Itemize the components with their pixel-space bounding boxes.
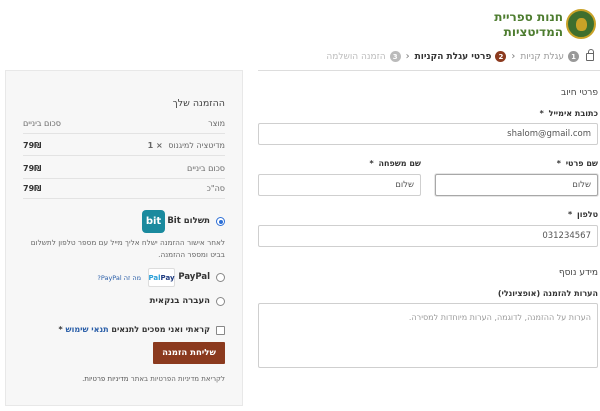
lock-icon xyxy=(586,48,594,61)
payment-label-bit[interactable]: תשלום Bit xyxy=(167,216,210,226)
extra-info-title: מידע נוסף xyxy=(558,268,598,278)
email-label: כתובת אימייל * xyxy=(540,109,598,118)
phone-field[interactable]: 031234567 xyxy=(258,225,598,247)
subtotal-amount: 79₪ xyxy=(23,163,42,173)
order-notes-textarea[interactable]: הערות על ההזמנה, לדוגמה, הערות מיוחדות ל… xyxy=(258,303,598,368)
total-label: סה"כ xyxy=(206,183,225,193)
privacy-link[interactable]: מדיניות פרטיות. xyxy=(82,375,128,383)
payment-label-paypal[interactable]: PayPal xyxy=(178,272,210,282)
step-label: הזמנה הושלמה xyxy=(326,51,386,62)
place-order-button[interactable]: שליחת הזמנה xyxy=(153,342,225,364)
required-mark: * xyxy=(369,159,374,168)
logo-text: חנות ספריית המדיטציות xyxy=(494,10,563,40)
email-label-text: כתובת אימייל xyxy=(548,109,598,118)
total-amount: 79₪ xyxy=(23,183,42,193)
required-mark: * xyxy=(556,159,561,168)
privacy-note: לקריאת מדיניות הפרטיות באתר מדיניות פרטי… xyxy=(82,375,225,383)
logo-line-2: המדיטציות xyxy=(503,25,563,39)
phone-label-text: טלפון xyxy=(576,210,598,219)
email-value: shalom@gmail.com xyxy=(507,129,591,139)
logo-line-1: חנות ספריית xyxy=(494,10,563,24)
last-name-value: שלום xyxy=(395,180,414,190)
billing-title: פרטי חיוב xyxy=(561,88,598,98)
logo-emblem-icon xyxy=(566,9,596,39)
bit-description: לאחר אישור ההזמנה ישלח אליך מייל עם מספר… xyxy=(30,238,225,259)
subtotal-label: סכום ביניים xyxy=(187,163,225,173)
order-table-header: מוצר סכום ביניים xyxy=(23,113,225,134)
chevron-left-icon: › xyxy=(511,51,516,62)
order-summary: ההזמנה שלך מוצר סכום ביניים מדיטציה למיג… xyxy=(5,70,243,406)
item-amount: 79₪ xyxy=(23,140,42,150)
step-cart[interactable]: 1 עגלת קניות xyxy=(520,51,579,62)
terms-label: קראתי ואני מסכים לתנאים תנאי שימוש * xyxy=(59,325,210,334)
phone-value: 031234567 xyxy=(542,231,591,241)
col-subtotal: סכום ביניים xyxy=(23,118,61,128)
first-name-value: שלום xyxy=(572,180,591,190)
payment-radio-paypal[interactable] xyxy=(216,273,225,282)
terms-checkbox[interactable] xyxy=(216,326,225,335)
bit-logo-icon: bit xyxy=(142,210,165,233)
subtotal-row: סכום ביניים 79₪ xyxy=(23,158,225,179)
chevron-left-icon: › xyxy=(405,51,410,62)
payment-methods: תשלום Bit bit לאחר אישור ההזמנה ישלח אלי… xyxy=(23,208,225,398)
total-row: סה"כ 79₪ xyxy=(23,178,225,199)
phone-label: טלפון * xyxy=(568,210,598,219)
email-field[interactable]: shalom@gmail.com xyxy=(258,123,598,145)
paypal-logo-a: Pay xyxy=(160,273,175,282)
paypal-what-link[interactable]: מה זה PayPal? xyxy=(97,274,141,282)
paypal-logo-icon: Pay Pal xyxy=(148,268,175,287)
first-name-label: שם פרטי * xyxy=(557,159,598,168)
required-mark: * xyxy=(567,210,573,219)
terms-link[interactable]: תנאי שימוש xyxy=(66,325,109,334)
last-name-label: שם משפחה * xyxy=(369,159,421,168)
order-item-row: מדיטציה למיגנוס × 1 79₪ xyxy=(23,135,225,156)
item-name: מדיטציה למיגנוס × 1 xyxy=(148,141,225,150)
required-mark: * xyxy=(58,325,63,334)
col-product: מוצר xyxy=(208,118,225,128)
payment-radio-bank[interactable] xyxy=(216,297,225,306)
item-qty: × 1 xyxy=(147,140,163,150)
order-notes-placeholder: הערות על ההזמנה, לדוגמה, הערות מיוחדות ל… xyxy=(408,313,591,322)
payment-label-bank[interactable]: העברה בנקאית xyxy=(150,296,210,306)
payment-radio-bit[interactable] xyxy=(216,217,225,226)
required-mark: * xyxy=(539,109,544,118)
step-order-complete: 3 הזמנה הושלמה xyxy=(326,51,401,62)
checkout-steps: 1 עגלת קניות › 2 פרטי עגלת הקניות › 3 הז… xyxy=(326,48,594,62)
item-name-text: מדיטציה למיגנוס xyxy=(168,140,225,150)
step-number: 3 xyxy=(389,51,401,62)
step-number: 1 xyxy=(568,51,579,62)
first-name-label-text: שם פרטי xyxy=(565,159,598,168)
first-name-field[interactable]: שלום xyxy=(435,174,598,196)
step-label: עגלת קניות xyxy=(520,51,564,62)
order-notes-label: הערות להזמנה (אופציונלי) xyxy=(497,289,598,298)
paypal-logo-b: Pal xyxy=(148,273,161,282)
last-name-label-text: שם משפחה xyxy=(378,159,421,168)
last-name-field[interactable]: שלום xyxy=(258,174,421,196)
step-label: פרטי עגלת הקניות xyxy=(414,51,492,62)
step-number: 2 xyxy=(495,51,507,62)
divider xyxy=(258,70,600,71)
terms-text: קראתי ואני מסכים לתנאים xyxy=(111,325,210,334)
step-checkout-details: 2 פרטי עגלת הקניות xyxy=(415,51,507,62)
privacy-text: לקריאת מדיניות הפרטיות באתר xyxy=(130,375,225,383)
order-title: ההזמנה שלך xyxy=(172,98,225,109)
site-logo[interactable]: חנות ספריית המדיטציות xyxy=(494,9,596,43)
